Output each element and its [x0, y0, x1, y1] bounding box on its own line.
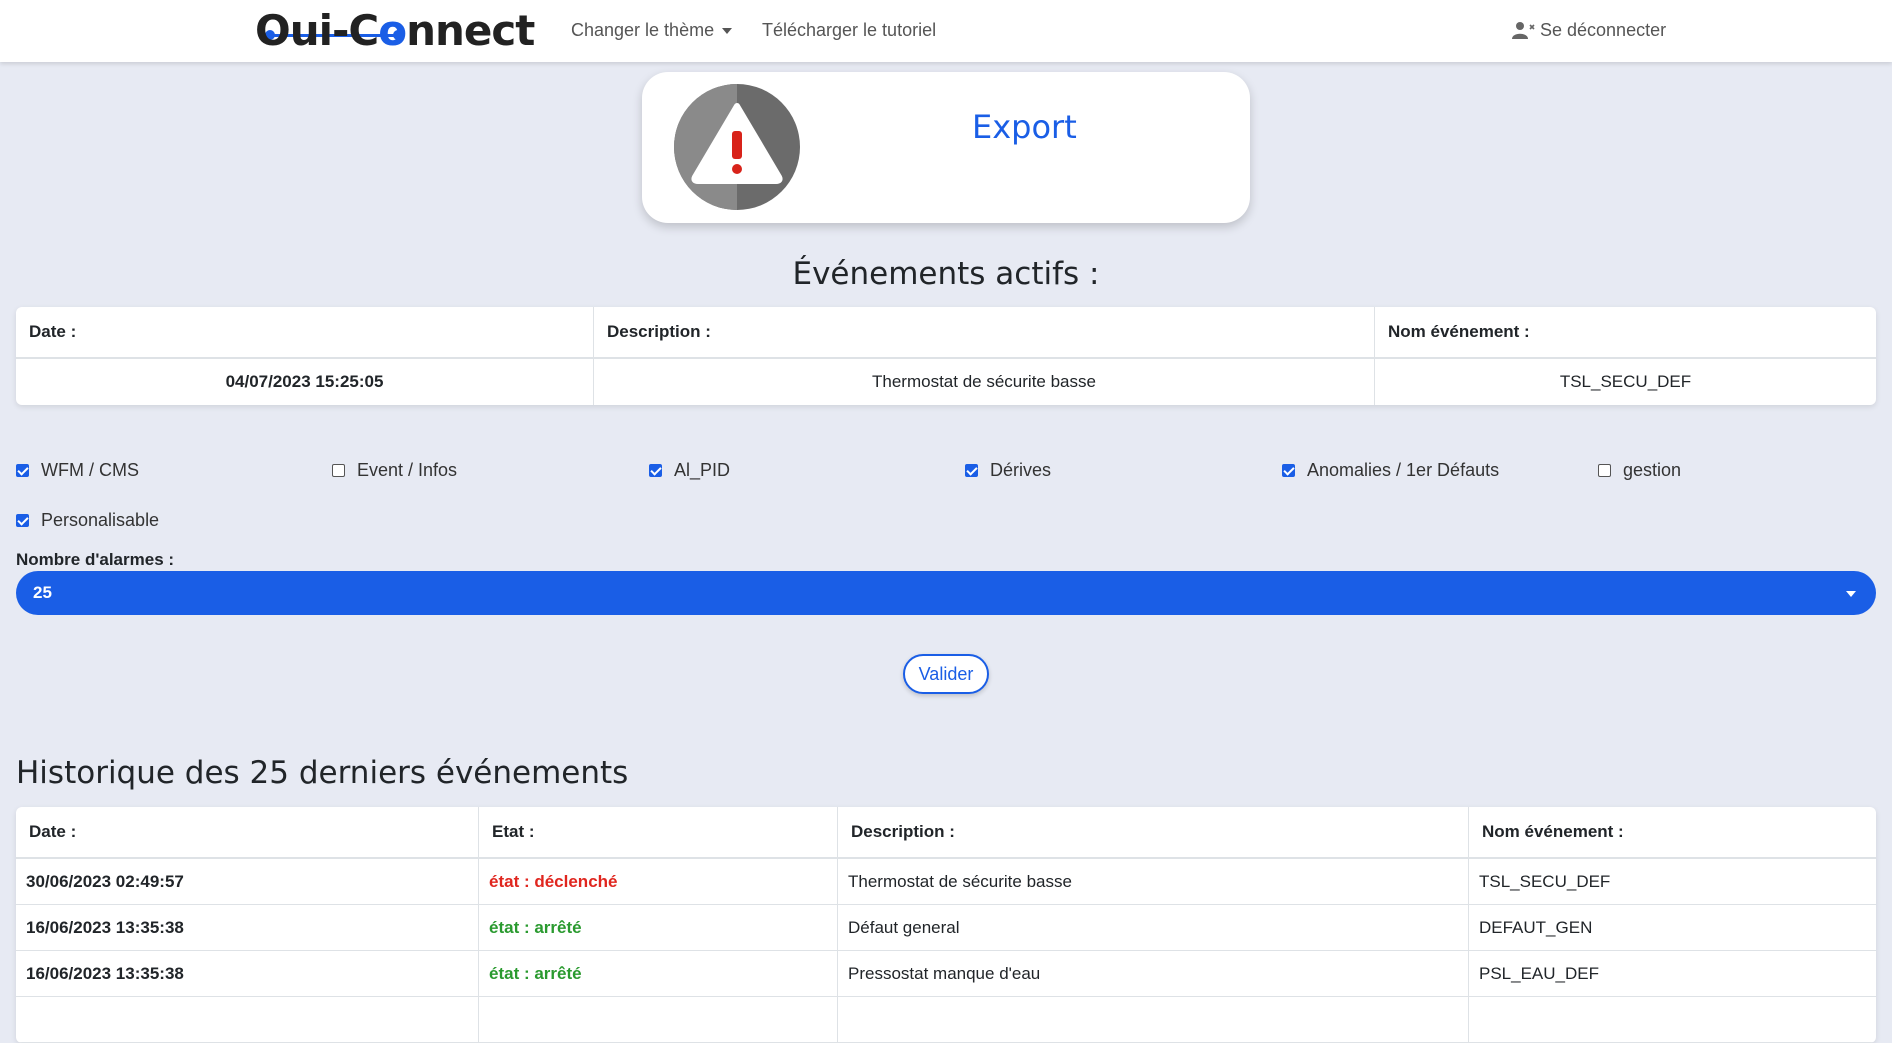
navbar: Oui-Connect Changer le thème Télécharger… — [0, 0, 1892, 62]
checkbox-checked[interactable] — [965, 464, 978, 477]
checkbox-unchecked[interactable] — [1598, 464, 1611, 477]
download-tutorial-link[interactable]: Télécharger le tutoriel — [762, 20, 936, 41]
column-header-description: Description : — [838, 807, 1469, 859]
column-header-description: Description : — [594, 307, 1375, 359]
filter-label: WFM / CMS — [41, 460, 139, 480]
filter-label: Personalisable — [41, 510, 160, 530]
warning-icon — [674, 84, 800, 210]
user-logout-icon — [1512, 22, 1535, 39]
chevron-down-icon — [1846, 591, 1856, 597]
filter-personalisable[interactable]: Personalisable — [16, 510, 159, 531]
cell-date: 04/07/2023 15:25:05 — [16, 359, 594, 405]
column-header-state: Etat : — [479, 807, 838, 859]
download-tutorial-label: Télécharger le tutoriel — [762, 20, 937, 40]
column-header-event-name: Nom événement : — [1375, 307, 1876, 359]
table-row: 30/06/2023 02:49:57 état : déclenché The… — [16, 859, 1876, 905]
cell-state: état : déclenché — [479, 859, 838, 905]
alarm-count-label: Nombre d'alarmes : — [16, 550, 175, 569]
history-title: Historique des 25 derniers événements — [16, 755, 629, 791]
column-header-event-name: Nom événement : — [1469, 807, 1876, 859]
checkbox-unchecked[interactable] — [332, 464, 345, 477]
checkbox-checked[interactable] — [16, 464, 29, 477]
logout-link[interactable]: Se déconnecter — [1512, 20, 1666, 41]
theme-dropdown-label: Changer le thème — [571, 20, 715, 40]
filter-label: Event / Infos — [357, 460, 458, 480]
cell-description: Pressostat manque d'eau — [838, 951, 1469, 997]
checkbox-checked[interactable] — [16, 514, 29, 527]
cell-event-name: TSL_SECU_DEF — [1559, 372, 1692, 391]
alarm-count-select[interactable]: 25 — [16, 571, 1876, 615]
export-card[interactable]: Export — [642, 72, 1250, 223]
validate-button[interactable]: Valider — [903, 654, 989, 694]
logo-text-part1: Oui-C — [255, 6, 379, 55]
filter-al-pid[interactable]: Al_PID — [649, 460, 730, 481]
cell-date: 16/06/2023 13:35:38 — [16, 905, 479, 951]
cell-date: 30/06/2023 02:49:57 — [16, 859, 479, 905]
filter-label: gestion — [1623, 460, 1682, 480]
filter-event-infos[interactable]: Event / Infos — [332, 460, 457, 481]
table-header-row: Date : Description : Nom événement : — [16, 307, 1876, 359]
history-table: Date : Etat : Description : Nom événemen… — [16, 807, 1876, 1043]
active-events-table: Date : Description : Nom événement : 04/… — [16, 307, 1876, 405]
checkbox-checked[interactable] — [649, 464, 662, 477]
table-row: 16/06/2023 13:35:38 état : arrêté Presso… — [16, 951, 1876, 997]
filter-derives[interactable]: Dérives — [965, 460, 1051, 481]
filter-wfm-cms[interactable]: WFM / CMS — [16, 460, 139, 481]
cell-description: Défaut general — [838, 905, 1469, 951]
checkbox-checked[interactable] — [1282, 464, 1295, 477]
logo-text: Oui-Connect — [255, 6, 535, 55]
active-events-title: Événements actifs : — [792, 256, 1100, 292]
logo-text-accent: o — [378, 6, 407, 55]
cell-description: Thermostat de sécurite basse — [594, 359, 1375, 405]
cell-state: état : arrêté — [479, 951, 838, 997]
caret-down-icon — [722, 28, 733, 35]
table-header-row: Date : Etat : Description : Nom événemen… — [16, 807, 1876, 859]
filter-label: Dérives — [990, 460, 1052, 480]
cell-description: Thermostat de sécurite basse — [838, 859, 1469, 905]
cell-event-name: TSL_SECU_DEF — [1469, 859, 1876, 905]
theme-dropdown[interactable]: Changer le thème — [571, 20, 733, 41]
export-title: Export — [972, 108, 1077, 146]
filter-label: Al_PID — [674, 460, 731, 480]
alarm-count-value: 25 — [33, 583, 52, 602]
filter-gestion[interactable]: gestion — [1598, 460, 1681, 481]
logo-text-part3: nnect — [406, 6, 535, 55]
oui-connect-logo[interactable]: Oui-Connect — [255, 4, 535, 55]
cell-event-name: DEFAUT_GEN — [1469, 905, 1876, 951]
table-row: 04/07/2023 15:25:05 Thermostat de sécuri… — [16, 359, 1876, 405]
cell-event-name: PSL_EAU_DEF — [1469, 951, 1876, 997]
column-header-date: Date : — [16, 307, 594, 359]
table-row: 16/06/2023 13:35:38 état : arrêté Défaut… — [16, 905, 1876, 951]
column-header-date: Date : — [16, 807, 479, 859]
cell-state: état : arrêté — [479, 905, 838, 951]
logout-label: Se déconnecter — [1540, 20, 1667, 40]
filter-label: Anomalies / 1er Défauts — [1307, 460, 1500, 480]
cell-date: 16/06/2023 13:35:38 — [16, 951, 479, 997]
filter-anomalies[interactable]: Anomalies / 1er Défauts — [1282, 460, 1499, 481]
